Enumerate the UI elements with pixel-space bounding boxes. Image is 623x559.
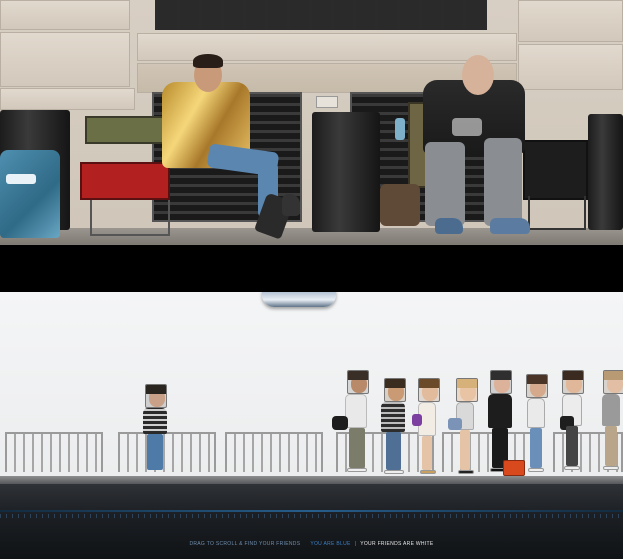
face-photo bbox=[456, 378, 478, 402]
striped-shirt bbox=[143, 408, 167, 434]
facade-block bbox=[518, 0, 623, 42]
jeans bbox=[530, 428, 542, 468]
leggings bbox=[566, 426, 578, 466]
face-photo bbox=[347, 370, 369, 394]
shoes bbox=[384, 470, 404, 474]
friends-legend: YOUR FRIENDS ARE WHITE bbox=[360, 541, 434, 547]
person-head bbox=[462, 55, 494, 95]
hoodie-print bbox=[452, 118, 482, 136]
facade-block bbox=[0, 88, 135, 110]
crowd-barrier bbox=[442, 432, 540, 472]
face-photo bbox=[145, 384, 167, 408]
instruction-bar: DRAG TO SCROLL & FIND YOUR FRIENDS YOU A… bbox=[0, 536, 623, 552]
sweatpants-leg bbox=[425, 142, 465, 226]
bag bbox=[412, 414, 422, 426]
trousers bbox=[349, 428, 365, 468]
sweatpants-leg bbox=[484, 138, 522, 226]
camping-chair-back bbox=[85, 116, 165, 144]
balcony-railing bbox=[155, 0, 487, 30]
you-legend: YOU ARE BLUE bbox=[310, 541, 351, 547]
jeans bbox=[386, 432, 401, 470]
face-photo bbox=[526, 374, 548, 398]
person-hair bbox=[193, 54, 223, 68]
water-bottle bbox=[395, 118, 405, 140]
chair-legs bbox=[90, 200, 170, 236]
camping-chair bbox=[523, 140, 588, 200]
facade-block bbox=[518, 44, 623, 90]
scroll-track[interactable] bbox=[0, 510, 623, 512]
shoes bbox=[528, 468, 544, 472]
red-cooler-bag bbox=[80, 162, 170, 200]
smartphone-graphic bbox=[262, 292, 336, 307]
jeans bbox=[147, 434, 163, 470]
video-still-queue-photo bbox=[0, 0, 623, 245]
face-photo bbox=[562, 370, 584, 394]
letterbox-bar bbox=[0, 245, 623, 292]
shirt bbox=[527, 398, 545, 428]
bag bbox=[448, 418, 462, 430]
top bbox=[602, 394, 620, 426]
chair-legs bbox=[528, 196, 586, 230]
facade-block bbox=[0, 32, 130, 87]
trousers bbox=[605, 426, 617, 466]
sneaker bbox=[435, 218, 463, 234]
shoes bbox=[420, 470, 436, 474]
shoes bbox=[603, 466, 619, 470]
shoes bbox=[347, 468, 367, 472]
crowd-barrier bbox=[5, 432, 103, 472]
legs bbox=[422, 436, 432, 470]
queue-experience-view[interactable]: DRAG TO SCROLL & FIND YOUR FRIENDS YOU A… bbox=[0, 292, 623, 559]
legend-separator: | bbox=[354, 541, 357, 547]
crowd-barrier bbox=[225, 432, 323, 472]
legs bbox=[460, 430, 470, 470]
face-photo bbox=[603, 370, 623, 394]
shopping-bag bbox=[0, 150, 60, 238]
crowd-barrier bbox=[118, 432, 216, 472]
shirt bbox=[345, 394, 367, 428]
suit-jacket bbox=[488, 394, 512, 428]
sneaker bbox=[282, 194, 300, 216]
scroll-ticks bbox=[0, 514, 623, 518]
shoes bbox=[564, 466, 580, 470]
drag-instruction: DRAG TO SCROLL & FIND YOUR FRIENDS bbox=[189, 541, 301, 547]
sneaker bbox=[490, 218, 530, 234]
face-photo bbox=[384, 378, 406, 402]
facade-block bbox=[0, 0, 130, 30]
pavement bbox=[0, 476, 623, 484]
bag bbox=[332, 416, 348, 430]
orange-cooler bbox=[503, 460, 525, 476]
face-photo bbox=[490, 370, 512, 394]
trash-bin bbox=[312, 112, 380, 232]
face-photo bbox=[418, 378, 440, 402]
backpack bbox=[380, 184, 420, 226]
bag-logo-icon bbox=[6, 174, 36, 184]
trash-bin bbox=[588, 114, 623, 230]
shoes bbox=[458, 470, 474, 474]
wall-plaque bbox=[316, 96, 338, 108]
striped-shirt bbox=[381, 402, 405, 432]
